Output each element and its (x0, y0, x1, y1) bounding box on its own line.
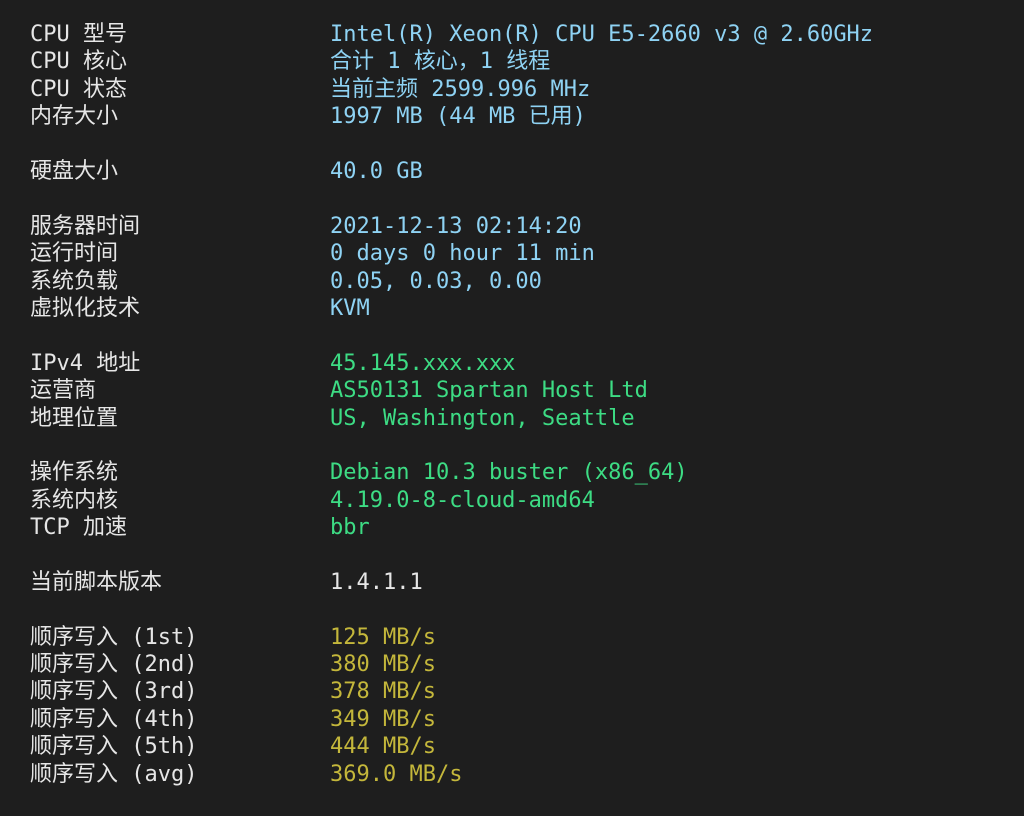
info-label: 服务器时间 (30, 214, 141, 239)
io-row-3rd: 顺序写入 (3rd) 378 MB/s (0, 678, 1024, 705)
io-value: 369.0 MB/s (330, 762, 463, 787)
io-row-2nd: 顺序写入 (2nd) 380 MB/s (0, 651, 1024, 678)
info-value: 4.19.0-8-cloud-amd64 (330, 488, 595, 513)
io-value: 349 MB/s (330, 707, 436, 732)
info-label: IPv4 地址 (30, 351, 141, 376)
info-value: Debian 10.3 buster (x86_64) (330, 460, 688, 485)
io-label: 顺序写入 (5th) (30, 734, 198, 759)
info-value: 0 days 0 hour 11 min (330, 241, 595, 266)
info-row-os: 操作系统 Debian 10.3 buster (x86_64) (0, 459, 1024, 486)
info-row-isp: 运营商 AS50131 Spartan Host Ltd (0, 377, 1024, 404)
io-value: 444 MB/s (330, 734, 436, 759)
info-value: Intel(R) Xeon(R) CPU E5-2660 v3 @ 2.60GH… (330, 22, 874, 47)
info-label: 内存大小 (30, 104, 119, 129)
info-label: 当前脚本版本 (30, 570, 163, 595)
terminal-output: CPU 型号 Intel(R) Xeon(R) CPU E5-2660 v3 @… (0, 0, 1024, 816)
info-row-tcp-acceleration: TCP 加速 bbr (0, 514, 1024, 541)
io-row-5th: 顺序写入 (5th) 444 MB/s (0, 733, 1024, 760)
info-value: AS50131 Spartan Host Ltd (330, 378, 648, 403)
info-value: KVM (330, 296, 370, 321)
info-row-server-time: 服务器时间 2021-12-13 02:14:20 (0, 213, 1024, 240)
info-label: 虚拟化技术 (30, 296, 141, 321)
info-row-cpu-status: CPU 状态 当前主频 2599.996 MHz (0, 76, 1024, 103)
info-value: 2021-12-13 02:14:20 (330, 214, 582, 239)
info-label: 运行时间 (30, 241, 119, 266)
io-label: 顺序写入 (3rd) (30, 679, 198, 704)
info-row-uptime: 运行时间 0 days 0 hour 11 min (0, 240, 1024, 267)
info-label: 地理位置 (30, 406, 119, 431)
info-label: CPU 型号 (30, 22, 127, 47)
info-row-memory: 内存大小 1997 MB (44 MB 已用) (0, 103, 1024, 130)
info-row-ipv4: IPv4 地址 45.145.xxx.xxx (0, 350, 1024, 377)
io-label: 顺序写入 (1st) (30, 625, 198, 650)
info-label: 硬盘大小 (30, 159, 119, 184)
info-row-location: 地理位置 US, Washington, Seattle (0, 405, 1024, 432)
io-row-1st: 顺序写入 (1st) 125 MB/s (0, 624, 1024, 651)
io-label: 顺序写入 (4th) (30, 707, 198, 732)
info-row-cpu-model: CPU 型号 Intel(R) Xeon(R) CPU E5-2660 v3 @… (0, 21, 1024, 48)
io-row-4th: 顺序写入 (4th) 349 MB/s (0, 706, 1024, 733)
info-value: 1997 MB (44 MB 已用) (330, 104, 586, 129)
info-value: US, Washington, Seattle (330, 406, 635, 431)
info-value: 合计 1 核心，1 线程 (330, 49, 551, 74)
info-row-disk: 硬盘大小 40.0 GB (0, 158, 1024, 185)
info-label: CPU 核心 (30, 49, 127, 74)
info-label: TCP 加速 (30, 515, 127, 540)
io-value: 380 MB/s (330, 652, 436, 677)
io-row-avg: 顺序写入 (avg) 369.0 MB/s (0, 761, 1024, 788)
info-label: 运营商 (30, 378, 97, 403)
io-value: 125 MB/s (330, 625, 436, 650)
info-value: 40.0 GB (330, 159, 423, 184)
info-value: bbr (330, 515, 370, 540)
io-label: 顺序写入 (2nd) (30, 652, 198, 677)
info-row-script-version: 当前脚本版本 1.4.1.1 (0, 569, 1024, 596)
io-value: 378 MB/s (330, 679, 436, 704)
info-row-load: 系统负载 0.05, 0.03, 0.00 (0, 268, 1024, 295)
info-label: CPU 状态 (30, 77, 127, 102)
info-label: 系统内核 (30, 488, 119, 513)
info-row-cpu-cores: CPU 核心 合计 1 核心，1 线程 (0, 48, 1024, 75)
info-value: 当前主频 2599.996 MHz (330, 77, 591, 102)
info-label: 操作系统 (30, 460, 119, 485)
io-label: 顺序写入 (avg) (30, 762, 198, 787)
info-value: 0.05, 0.03, 0.00 (330, 269, 542, 294)
info-value: 1.4.1.1 (330, 570, 423, 595)
info-label: 系统负载 (30, 269, 119, 294)
info-value: 45.145.xxx.xxx (330, 351, 516, 376)
info-row-virtualization: 虚拟化技术 KVM (0, 295, 1024, 322)
info-row-kernel: 系统内核 4.19.0-8-cloud-amd64 (0, 487, 1024, 514)
